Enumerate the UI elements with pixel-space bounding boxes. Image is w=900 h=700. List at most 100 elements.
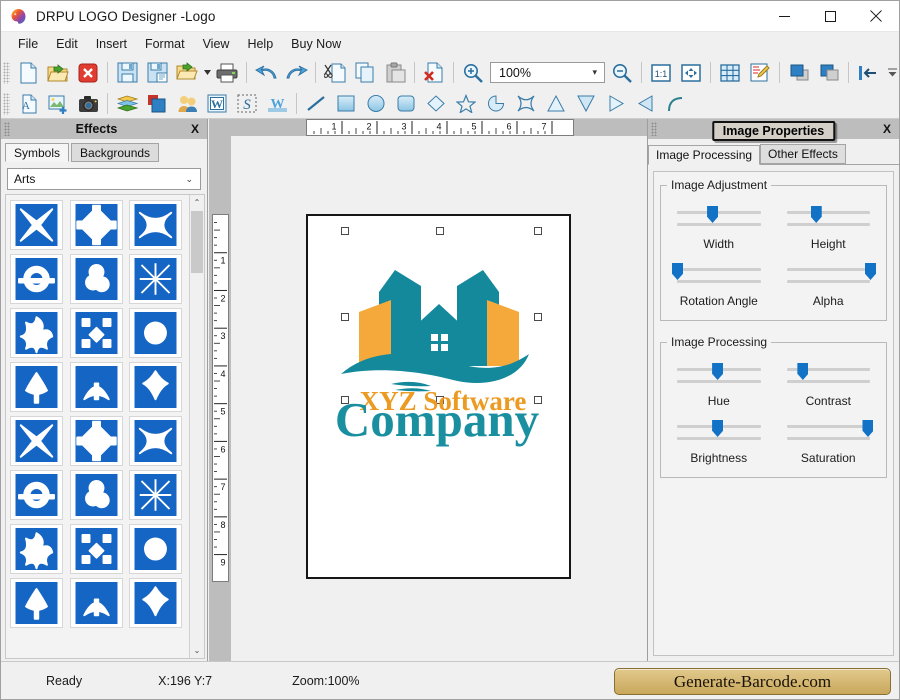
clipart-people-icon[interactable] (172, 90, 202, 117)
sym-quatrefoil[interactable] (10, 578, 63, 628)
slider-contrast[interactable] (786, 363, 870, 387)
symbol-category-combobox[interactable]: Arts ⌄ (7, 168, 201, 190)
sym-knot-square[interactable] (10, 200, 63, 250)
zoom-level-combobox[interactable]: 100% ▾ (490, 62, 605, 83)
slider-thumb-rotation-angle[interactable] (672, 263, 683, 280)
paste-icon[interactable] (380, 58, 410, 87)
cut-icon[interactable] (320, 58, 350, 87)
chevron-down-icon[interactable]: ▾ (592, 67, 604, 78)
slider-hue[interactable] (677, 363, 761, 387)
sym-palm-leaf[interactable] (129, 416, 183, 466)
tab-other-effects[interactable]: Other Effects (760, 144, 846, 164)
rectangle-tool-icon[interactable] (331, 90, 361, 117)
sym-leaf-star[interactable] (129, 362, 183, 412)
brand-link-button[interactable]: Generate-Barcode.com (614, 668, 891, 695)
sym-scroll-knot[interactable] (69, 524, 123, 574)
menu-format[interactable]: Format (136, 34, 194, 54)
sym-triskele[interactable] (129, 470, 183, 520)
zoom-in-icon[interactable] (458, 58, 488, 87)
sym-rosette[interactable] (10, 524, 63, 574)
slider-track-secondary[interactable] (786, 437, 870, 440)
minimize-button[interactable] (761, 1, 807, 32)
slider-width[interactable] (677, 206, 761, 230)
slider-track-secondary[interactable] (677, 280, 761, 283)
new-document-icon[interactable] (13, 58, 43, 87)
slider-saturation[interactable] (786, 420, 874, 444)
slider-brightness[interactable] (677, 420, 761, 444)
triangle-left-tool-icon[interactable] (631, 90, 661, 117)
shapes-stack-icon[interactable] (142, 90, 172, 117)
menu-edit[interactable]: Edit (47, 34, 87, 54)
edit-page-icon[interactable] (745, 58, 775, 87)
image-properties-close-button[interactable]: X (875, 122, 899, 136)
symbol-gallery-scrollbar[interactable]: ⌃ ⌄ (189, 195, 204, 658)
sym-node-dots[interactable] (69, 308, 123, 358)
import-dropdown-arrow-icon[interactable] (202, 58, 212, 87)
open-folder-icon[interactable] (43, 58, 73, 87)
slider-thumb-saturation[interactable] (862, 420, 874, 437)
slider-track[interactable] (786, 425, 870, 428)
camera-icon[interactable] (73, 90, 103, 117)
redo-icon[interactable] (281, 58, 311, 87)
slider-thumb-height[interactable] (810, 206, 822, 223)
pie-tool-icon[interactable] (481, 90, 511, 117)
rounded-rect-tool-icon[interactable] (391, 90, 421, 117)
slider-rotation-angle[interactable] (672, 263, 761, 287)
xyz-software-company-logo[interactable]: XYZ Software Company (333, 242, 545, 447)
actual-size-icon[interactable]: 1:1 (646, 58, 676, 87)
slider-track-secondary[interactable] (677, 437, 761, 440)
effects-panel-close-button[interactable]: X (183, 122, 207, 136)
slider-alpha[interactable] (786, 263, 876, 287)
scrollbar-thumb[interactable] (191, 211, 203, 273)
ellipse-tool-icon[interactable] (361, 90, 391, 117)
four-point-star-tool-icon[interactable] (511, 90, 541, 117)
diamond-tool-icon[interactable] (421, 90, 451, 117)
sym-cross-diamond[interactable] (69, 200, 123, 250)
tab-backgrounds[interactable]: Backgrounds (71, 143, 160, 162)
slider-track-secondary[interactable] (786, 380, 870, 383)
chevron-down-icon[interactable]: ⌄ (185, 174, 200, 185)
sym-fan-leaf[interactable] (69, 416, 123, 466)
star-tool-icon[interactable] (451, 90, 481, 117)
slider-thumb-brightness[interactable] (712, 420, 724, 437)
sym-double-loop[interactable] (10, 254, 63, 304)
menu-file[interactable]: File (9, 34, 47, 54)
line-tool-icon[interactable] (301, 90, 331, 117)
slider-thumb-alpha[interactable] (865, 263, 876, 280)
zoom-out-icon[interactable] (607, 58, 637, 87)
sym-interlace-x[interactable] (129, 200, 183, 250)
send-back-icon[interactable] (814, 58, 844, 87)
toolbar-overflow-button[interactable] (885, 58, 899, 88)
add-image-icon[interactable] (43, 90, 73, 117)
grid-icon[interactable] (715, 58, 745, 87)
sym-clover-swirl[interactable] (10, 308, 63, 358)
scroll-down-icon[interactable]: ⌄ (190, 643, 204, 658)
triangle-right-tool-icon[interactable] (601, 90, 631, 117)
close-button[interactable] (853, 1, 899, 32)
sym-globe-grid[interactable] (129, 524, 183, 574)
toolbar-grip[interactable] (3, 61, 10, 84)
slider-track-secondary[interactable] (677, 380, 761, 383)
sym-oak-tree[interactable] (69, 470, 123, 520)
undo-icon[interactable] (251, 58, 281, 87)
sym-fan-diamond[interactable] (10, 470, 63, 520)
triangle-up-tool-icon[interactable] (541, 90, 571, 117)
slider-track-secondary[interactable] (786, 223, 870, 226)
slider-track-secondary[interactable] (677, 223, 761, 226)
print-icon[interactable] (212, 58, 242, 87)
delete-icon[interactable] (419, 58, 449, 87)
slider-track-secondary[interactable] (786, 280, 870, 283)
word-art-icon[interactable]: W (202, 90, 232, 117)
slider-thumb-hue[interactable] (712, 363, 724, 380)
copy-icon[interactable] (350, 58, 380, 87)
sym-spiral-trio[interactable] (129, 308, 183, 358)
fit-page-icon[interactable] (676, 58, 706, 87)
canvas-scroll-area[interactable]: XYZ Software Company (231, 136, 647, 661)
menu-help[interactable]: Help (238, 34, 282, 54)
triangle-down-tool-icon[interactable] (571, 90, 601, 117)
save-as-icon[interactable] (142, 58, 172, 87)
tab-image-processing[interactable]: Image Processing (648, 145, 761, 165)
maximize-button[interactable] (807, 1, 853, 32)
align-left-icon[interactable] (853, 58, 883, 87)
add-text-icon[interactable]: A (13, 90, 43, 117)
